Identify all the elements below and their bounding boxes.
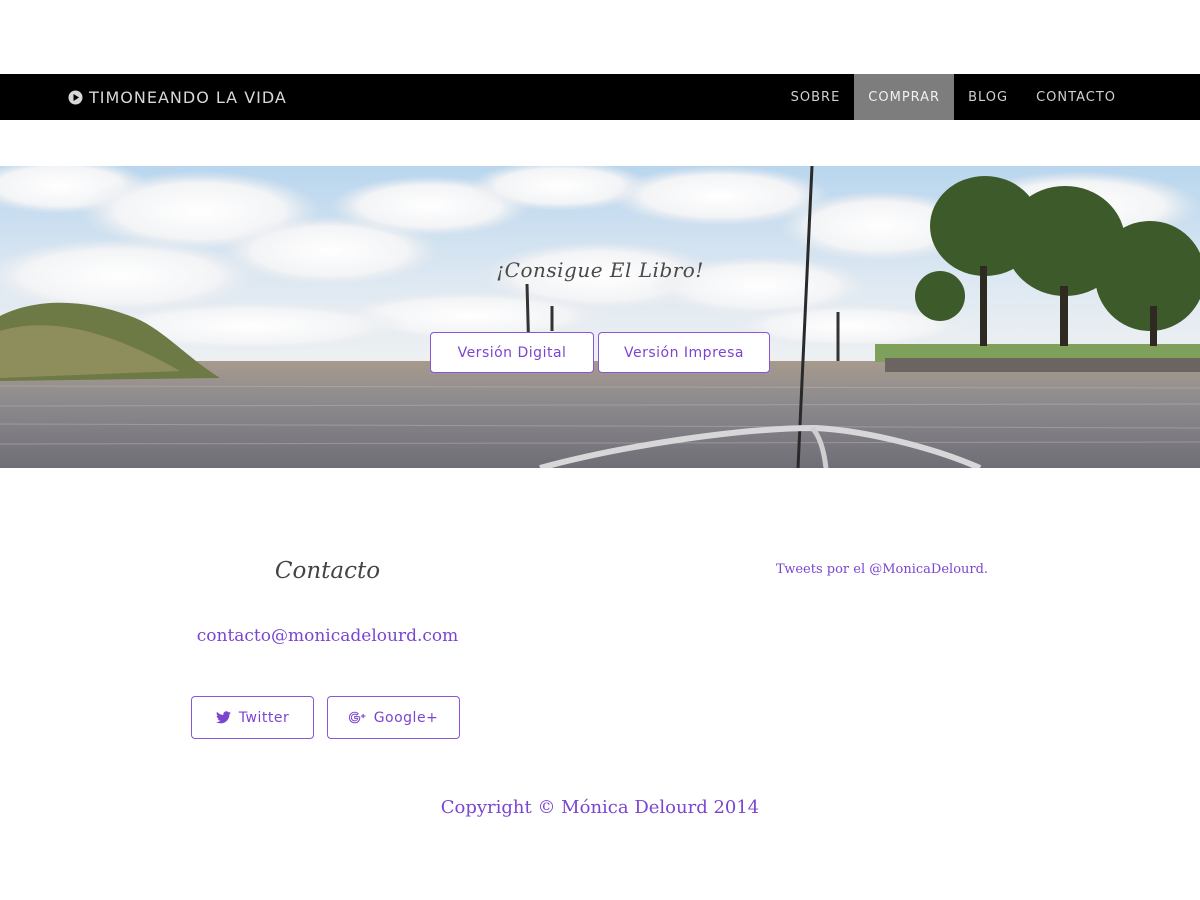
hero-title: ¡Consigue El Libro! xyxy=(496,258,704,282)
nav-item-blog[interactable]: BLOG xyxy=(954,74,1022,120)
brand-label: TIMONEANDO LA VIDA xyxy=(89,87,287,107)
digital-version-button[interactable]: Versión Digital xyxy=(430,332,594,373)
page: TIMONEANDO LA VIDA SOBRE COMPRAR BLOG CO… xyxy=(0,0,1200,900)
top-navbar: TIMONEANDO LA VIDA SOBRE COMPRAR BLOG CO… xyxy=(0,74,1200,120)
nav-item-contacto[interactable]: CONTACTO xyxy=(1022,74,1130,120)
hero-banner: ¡Consigue El Libro! Versión Digital Vers… xyxy=(0,166,1200,468)
contact-title: Contacto xyxy=(274,558,381,584)
footer-copyright: Copyright © Mónica Delourd 2014 xyxy=(440,797,760,818)
twitter-icon xyxy=(215,711,231,724)
brand-link[interactable]: TIMONEANDO LA VIDA xyxy=(68,74,287,120)
nav-menu: SOBRE COMPRAR BLOG CONTACTO xyxy=(777,74,1130,120)
play-circle-icon xyxy=(68,90,83,105)
google-plus-button[interactable]: Google+ xyxy=(327,696,460,739)
google-plus-icon xyxy=(348,710,366,725)
tweets-link[interactable]: Tweets por el @MonicaDelourd. xyxy=(776,562,988,577)
hero-background-image xyxy=(0,166,1200,468)
google-plus-label: Google+ xyxy=(373,709,439,726)
nav-item-comprar[interactable]: COMPRAR xyxy=(854,74,955,120)
contact-email-link[interactable]: contacto@monicadelourd.com xyxy=(190,626,465,646)
print-version-button[interactable]: Versión Impresa xyxy=(598,332,770,373)
nav-item-sobre[interactable]: SOBRE xyxy=(777,74,855,120)
twitter-label: Twitter xyxy=(238,709,290,726)
twitter-button[interactable]: Twitter xyxy=(191,696,314,739)
